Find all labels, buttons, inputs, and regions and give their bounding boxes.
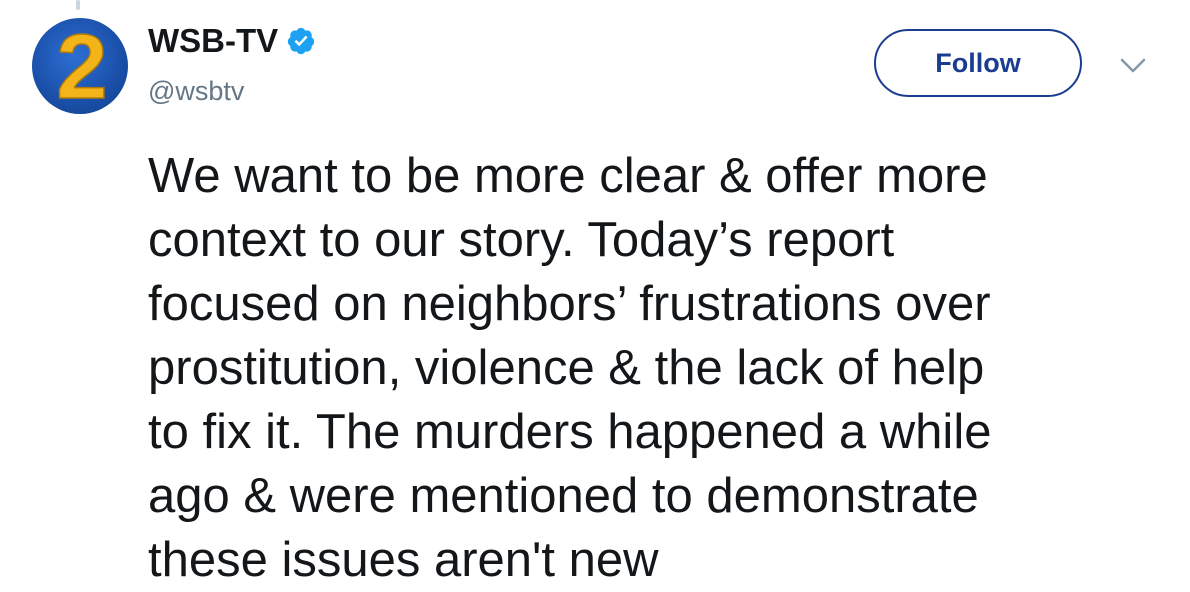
chevron-down-icon[interactable] [1118,56,1148,76]
account-handle[interactable]: @wsbtv [148,76,244,107]
tweet-text-line: to fix it. The murders happened a while [148,405,992,459]
tweet-text-line: prostitution, violence & the lack of hel… [148,341,985,395]
tweet-card: 2 WSB-TV @wsbtv Follow We want to be mor… [0,0,1190,592]
tweet-text-line: context to our story. Today’s report [148,213,895,267]
account-name-row[interactable]: WSB-TV [148,22,316,60]
thread-connector [76,0,80,10]
verified-badge-icon [288,27,315,55]
avatar-logo-text: 2 [56,18,107,114]
follow-button[interactable]: Follow [874,29,1082,97]
tweet-text-line: ago & were mentioned to demonstrate [148,469,979,523]
tweet-text: We want to be more clear & offer more co… [148,144,1148,592]
display-name[interactable]: WSB-TV [148,22,278,60]
channel-2-logo-icon: 2 [56,18,109,114]
tweet-text-line: focused on neighbors’ frustrations over [148,277,991,331]
tweet-text-line: these issues aren't new [148,533,659,587]
tweet-text-line: We want to be more clear & offer more [148,149,988,203]
avatar[interactable]: 2 [32,18,128,114]
